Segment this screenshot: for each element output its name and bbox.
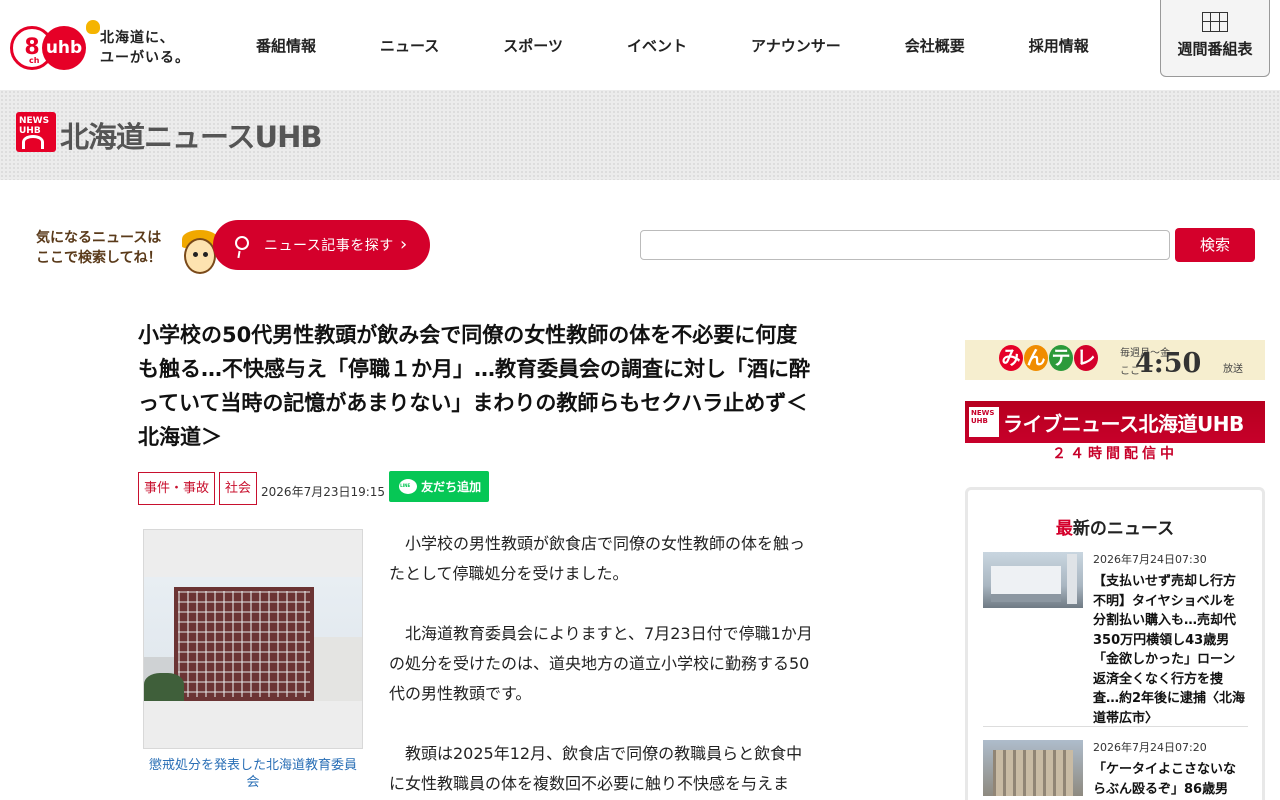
news-headline: 【支払いせず売却し行方不明】タイヤショベルを分割払い購入も…売却代350万円横領… <box>1093 574 1246 726</box>
news-headline: 「ケータイよこさないならぶん殴るぞ」86歳男が"交 <box>1093 762 1237 797</box>
mascot-eye-right <box>203 252 208 257</box>
line-add-friend-label: 友だち追加 <box>421 480 482 494</box>
news-thumbnail <box>983 552 1083 608</box>
live-news-badge-icon: NEWS UHB <box>969 407 999 437</box>
photo-bg-building <box>312 637 362 701</box>
badge-line1: NEWS <box>19 116 50 126</box>
photo-tree <box>144 673 184 701</box>
news-info: 2026年7月24日07:20 「ケータイよこさないならぶん殴るぞ」86歳男が"… <box>1093 740 1248 800</box>
latest-news-heading: 最新のニュース <box>968 514 1262 539</box>
minna-tele-ad[interactable]: みんテレ 毎週月～金 ここ 4:50 放送 <box>965 340 1265 380</box>
search-promo-text: 気になるニュースは ここで検索してね！ <box>36 228 162 268</box>
uhb-logo: uhb <box>42 26 86 70</box>
weekly-schedule-label: 週間番組表 <box>1177 40 1253 58</box>
main-nav: 番組情報 ニュース スポーツ イベント アナウンサー 会社概要 採用情報 <box>224 0 1121 90</box>
news-divider <box>983 726 1248 727</box>
heading-rest: 新のニュース <box>1072 519 1175 539</box>
ad-broadcast: 放送 <box>1223 364 1243 375</box>
minna-tele-logo: みんテレ <box>999 345 1099 371</box>
site-header: 8 ch uhb 北海道に、 ユーがいる。 番組情報 ニュース スポーツ イベン… <box>0 0 1280 90</box>
live-news-title: ライブニュース北海道UHB <box>1003 412 1244 436</box>
photo-caption: 懲戒処分を発表した北海道教育委員会 <box>148 758 357 790</box>
schedule-grid-icon <box>1202 12 1228 32</box>
tagline-line2: ユーがいる。 <box>100 50 190 66</box>
tag-society[interactable]: 社会 <box>219 472 258 505</box>
nav-recruit[interactable]: 採用情報 <box>997 35 1121 56</box>
article-paragraph: 教頭は2025年12月、飲食店で同僚の教職員らと飲食中に女性教職員の体を複数回不… <box>389 744 803 793</box>
article-photo[interactable] <box>143 529 363 749</box>
minna-char: テ <box>1049 345 1073 371</box>
news-uhb-badge-icon[interactable]: NEWS UHB <box>16 112 56 152</box>
weekly-schedule-button[interactable]: 週間番組表 <box>1160 0 1270 77</box>
news-site-title[interactable]: 北海道ニュースUHB <box>60 114 322 156</box>
nav-events[interactable]: イベント <box>595 35 719 56</box>
live-news-sub: ２４時間配信中 <box>1052 446 1178 462</box>
search-button[interactable]: 検索 <box>1175 228 1255 262</box>
ad-time: 4:50 <box>1135 348 1202 379</box>
article-meta: 事件・事故 社会 2026年7月23日19:15 友だち追加 <box>138 471 490 505</box>
nav-company[interactable]: 会社概要 <box>873 35 997 56</box>
promo-line2: ここで検索してね！ <box>36 250 162 266</box>
logo-tagline: 北海道に、 ユーがいる。 <box>100 28 190 68</box>
tag-incident[interactable]: 事件・事故 <box>138 472 216 505</box>
news-date: 2026年7月24日07:30 <box>1093 553 1207 566</box>
search-input[interactable] <box>640 230 1170 260</box>
news-info: 2026年7月24日07:30 【支払いせず売却し行方不明】タイヤショベルを分割… <box>1093 552 1248 728</box>
news-thumbnail <box>983 740 1083 796</box>
article-body: 小学校の男性教頭が飲食店で同僚の女性教師の体を触ったとして停職処分を受けました。… <box>389 529 817 800</box>
article-title: 小学校の50代男性教頭が飲み会で同僚の女性教師の体を不必要に何度も触る…不快感与… <box>138 323 810 449</box>
nav-sports[interactable]: スポーツ <box>471 35 595 56</box>
photo-main-building <box>174 587 314 701</box>
minna-char: ん <box>1024 345 1048 371</box>
building-photo <box>144 577 362 701</box>
mascot-face <box>184 238 216 274</box>
channel-suffix: ch <box>29 56 40 65</box>
find-articles-button[interactable]: ニュース記事を探す › <box>213 220 430 270</box>
nav-programs[interactable]: 番組情報 <box>224 35 348 56</box>
tagline-line1: 北海道に、 <box>100 30 175 46</box>
article-date: 2026年7月23日19:15 <box>261 485 386 499</box>
nav-news[interactable]: ニュース <box>348 35 471 56</box>
latest-news-panel: 最新のニュース 2026年7月24日07:30 【支払いせず売却し行方不明】タイ… <box>965 487 1265 800</box>
article-paragraph: 小学校の男性教頭が飲食店で同僚の女性教師の体を触ったとして停職処分を受けました。 <box>389 534 806 583</box>
find-articles-label: ニュース記事を探す <box>264 238 394 254</box>
news-banner: NEWS UHB 北海道ニュースUHB <box>0 90 1280 180</box>
chevron-right-icon: › <box>400 234 408 255</box>
promo-line1: 気になるニュースは <box>36 230 162 246</box>
site-logo[interactable]: 8 ch uhb 北海道に、 ユーがいる。 <box>10 20 190 72</box>
news-date: 2026年7月24日07:20 <box>1093 741 1207 754</box>
mascot-eye-left <box>193 252 198 257</box>
line-add-friend-button[interactable]: 友だち追加 <box>389 471 490 502</box>
badge-arc-icon <box>22 135 44 149</box>
nav-announcers[interactable]: アナウンサー <box>719 35 873 56</box>
search-icon <box>235 236 249 250</box>
mascot-bird-icon <box>86 20 100 34</box>
live-news-ad[interactable]: NEWS UHB ライブニュース北海道UHB ２４時間配信中 <box>965 401 1265 462</box>
minna-char: レ <box>1074 345 1098 371</box>
article-paragraph: 北海道教育委員会によりますと、7月23日付で停職1か月の処分を受けたのは、道央地… <box>389 624 813 703</box>
line-icon <box>399 479 418 494</box>
minna-char: み <box>999 345 1023 371</box>
heading-accent: 最 <box>1055 519 1073 539</box>
